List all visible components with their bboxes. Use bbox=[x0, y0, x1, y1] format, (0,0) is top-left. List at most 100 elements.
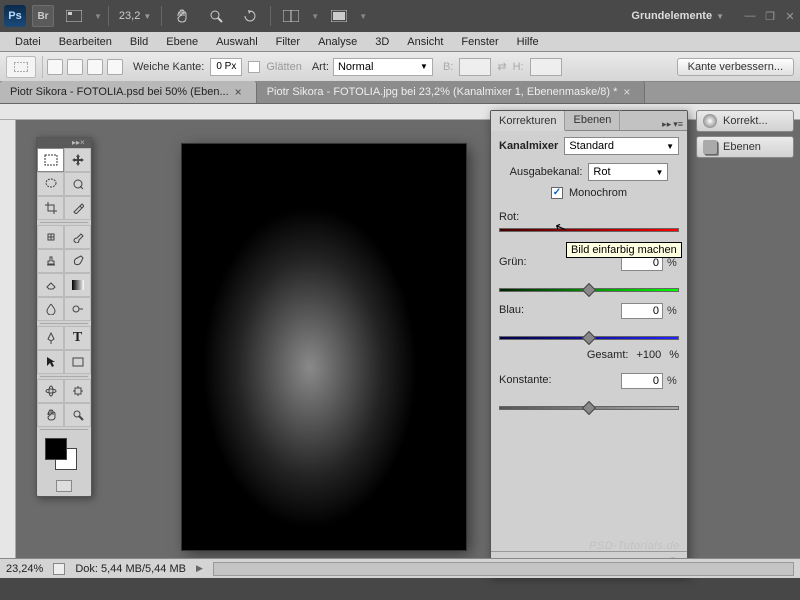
menu-ansicht[interactable]: Ansicht bbox=[398, 36, 452, 48]
refine-edge-button[interactable]: Kante verbessern... bbox=[677, 58, 794, 76]
menu-bar: Datei Bearbeiten Bild Ebene Auswahl Filt… bbox=[0, 32, 800, 52]
blue-value-input[interactable] bbox=[621, 303, 663, 319]
screen-mode-icon[interactable] bbox=[325, 5, 353, 27]
foreground-color-swatch[interactable] bbox=[45, 438, 67, 460]
dock-korrekturen-button[interactable]: Korrekt... bbox=[696, 110, 794, 132]
style-dropdown[interactable]: Normal▼ bbox=[333, 58, 433, 76]
arrange-documents-icon[interactable] bbox=[277, 5, 305, 27]
bridge-button[interactable]: Br bbox=[32, 5, 54, 27]
menu-ebene[interactable]: Ebene bbox=[157, 36, 207, 48]
menu-bild[interactable]: Bild bbox=[121, 36, 157, 48]
document-tab-active[interactable]: Piotr Sikora - FOTOLIA.jpg bei 23,2% (Ka… bbox=[257, 81, 646, 103]
shape-tool-icon[interactable] bbox=[64, 350, 91, 374]
new-selection-icon[interactable] bbox=[47, 59, 63, 75]
tools-close-icon[interactable]: × bbox=[80, 139, 88, 147]
gradient-tool-icon[interactable] bbox=[64, 273, 91, 297]
menu-fenster[interactable]: Fenster bbox=[452, 36, 507, 48]
history-brush-tool-icon[interactable] bbox=[64, 249, 91, 273]
dock-ebenen-button[interactable]: Ebenen bbox=[696, 136, 794, 158]
status-doc-info[interactable]: Dok: 5,44 MB/5,44 MB bbox=[75, 563, 186, 575]
tools-collapse-icon[interactable]: ▸▸ bbox=[72, 139, 80, 147]
menu-datei[interactable]: Datei bbox=[6, 36, 50, 48]
status-zoom[interactable]: 23,24% bbox=[6, 563, 43, 575]
lasso-tool-icon[interactable] bbox=[37, 172, 64, 196]
menu-analyse[interactable]: Analyse bbox=[309, 36, 366, 48]
blue-label: Blau: bbox=[499, 304, 617, 316]
width-input bbox=[459, 58, 491, 76]
crop-tool-icon[interactable] bbox=[37, 196, 64, 220]
preset-dropdown[interactable]: Standard▼ bbox=[564, 137, 679, 155]
tools-palette: ▸▸× T bbox=[36, 137, 92, 497]
path-select-tool-icon[interactable] bbox=[37, 350, 64, 374]
3d-rotate-tool-icon[interactable] bbox=[37, 379, 64, 403]
menu-hilfe[interactable]: Hilfe bbox=[508, 36, 548, 48]
eraser-tool-icon[interactable] bbox=[37, 273, 64, 297]
subtract-selection-icon[interactable] bbox=[87, 59, 103, 75]
total-label: Gesamt: bbox=[587, 349, 629, 361]
menu-bearbeiten[interactable]: Bearbeiten bbox=[50, 36, 121, 48]
constant-value-input[interactable] bbox=[621, 373, 663, 389]
green-slider[interactable] bbox=[499, 285, 679, 295]
panel-menu-icon[interactable]: ▾≡ bbox=[673, 119, 683, 130]
style-label: Art: bbox=[312, 61, 329, 73]
document-canvas[interactable] bbox=[182, 144, 466, 550]
intersect-selection-icon[interactable] bbox=[107, 59, 123, 75]
quick-select-tool-icon[interactable] bbox=[64, 172, 91, 196]
constant-slider[interactable] bbox=[499, 403, 679, 413]
tab-korrekturen[interactable]: Korrekturen bbox=[491, 111, 565, 131]
tab-close-icon[interactable]: × bbox=[235, 85, 242, 99]
blue-slider[interactable] bbox=[499, 333, 679, 343]
color-swatches[interactable] bbox=[37, 432, 91, 476]
eyedropper-tool-icon[interactable] bbox=[64, 196, 91, 220]
minimize-icon[interactable]: — bbox=[744, 10, 756, 22]
marquee-tool-icon[interactable] bbox=[37, 148, 64, 172]
zoom-tool-icon[interactable] bbox=[202, 5, 230, 27]
output-channel-dropdown[interactable]: Rot▼ bbox=[588, 163, 668, 181]
blur-tool-icon[interactable] bbox=[37, 297, 64, 321]
close-icon[interactable]: ✕ bbox=[784, 10, 796, 22]
watermark-text: PSD-Tutorials.de bbox=[589, 540, 680, 552]
options-bar: Weiche Kante: Glätten Art: Normal▼ B: ⇄ … bbox=[0, 52, 800, 82]
add-selection-icon[interactable] bbox=[67, 59, 83, 75]
vertical-ruler bbox=[0, 120, 16, 578]
tab-close-icon[interactable]: × bbox=[623, 85, 630, 99]
hand-tool-icon[interactable] bbox=[168, 5, 196, 27]
stamp-tool-icon[interactable] bbox=[37, 249, 64, 273]
3d-pan-tool-icon[interactable] bbox=[64, 379, 91, 403]
red-slider[interactable] bbox=[499, 225, 679, 235]
menu-3d[interactable]: 3D bbox=[366, 36, 398, 48]
panel-title: Kanalmixer bbox=[499, 140, 558, 152]
healing-tool-icon[interactable] bbox=[37, 225, 64, 249]
status-flyout-icon[interactable]: ▶ bbox=[196, 563, 203, 574]
antialias-checkbox[interactable] bbox=[248, 61, 260, 73]
rotate-view-icon[interactable] bbox=[236, 5, 264, 27]
brush-tool-icon[interactable] bbox=[64, 225, 91, 249]
height-input bbox=[530, 58, 562, 76]
hand-tool-icon[interactable] bbox=[37, 403, 64, 427]
tab-ebenen[interactable]: Ebenen bbox=[565, 110, 620, 130]
move-tool-icon[interactable] bbox=[64, 148, 91, 172]
menu-auswahl[interactable]: Auswahl bbox=[207, 36, 267, 48]
type-tool-icon[interactable]: T bbox=[64, 326, 91, 350]
status-proxy-icon[interactable] bbox=[53, 563, 65, 575]
document-tab-inactive[interactable]: Piotr Sikora - FOTOLIA.psd bei 50% (Eben… bbox=[0, 81, 257, 103]
zoom-tool-icon[interactable] bbox=[64, 403, 91, 427]
workspace-dropdown[interactable]: Grundelemente▼ bbox=[625, 8, 730, 24]
pen-tool-icon[interactable] bbox=[37, 326, 64, 350]
quickmask-icon[interactable] bbox=[56, 480, 72, 492]
panel-expand-icon[interactable]: ▸▸ bbox=[662, 119, 671, 130]
restore-icon[interactable]: ❐ bbox=[764, 10, 776, 22]
antialias-label: Glätten bbox=[266, 61, 301, 73]
menu-filter[interactable]: Filter bbox=[267, 36, 309, 48]
status-bar: 23,24% Dok: 5,44 MB/5,44 MB ▶ bbox=[0, 558, 800, 578]
feather-input[interactable] bbox=[210, 58, 242, 76]
zoom-level-field[interactable]: 23,2▼ bbox=[115, 10, 155, 22]
constant-label: Konstante: bbox=[499, 374, 617, 386]
monochrome-checkbox[interactable] bbox=[551, 187, 563, 199]
horizontal-scrollbar[interactable] bbox=[213, 562, 794, 576]
tool-preset-picker[interactable] bbox=[6, 56, 36, 78]
view-extras-icon[interactable] bbox=[60, 5, 88, 27]
dodge-tool-icon[interactable] bbox=[64, 297, 91, 321]
monochrome-label: Monochrom bbox=[569, 187, 627, 199]
adjustments-icon bbox=[703, 114, 717, 128]
